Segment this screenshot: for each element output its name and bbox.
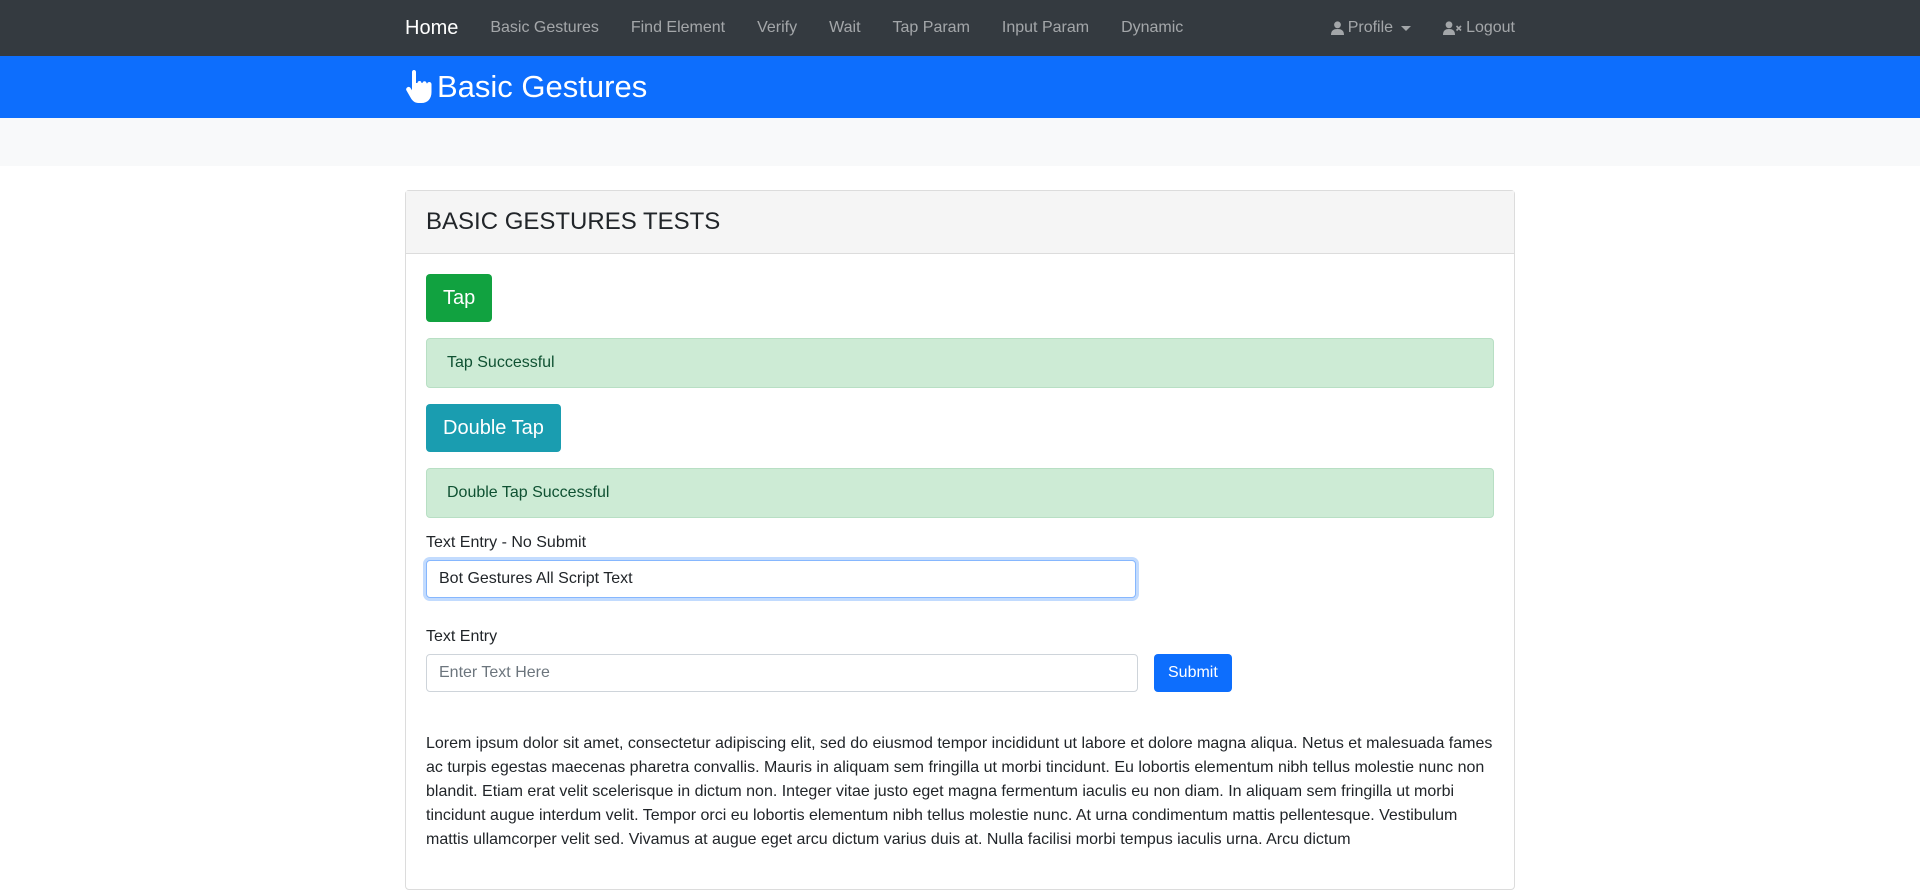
logout-label: Logout [1466,19,1515,36]
tap-success-alert: Tap Successful [426,338,1494,388]
text-entry-no-submit-label: Text Entry - No Submit [426,534,587,551]
navbar-right: Profile Logout [1299,19,1515,37]
nav-link-basic-gestures[interactable]: Basic Gestures [490,19,598,37]
page-header: Basic Gestures [0,56,1920,118]
text-entry-label: Text Entry [426,628,498,645]
nav-link-dynamic[interactable]: Dynamic [1121,19,1183,37]
profile-dropdown[interactable]: Profile [1330,19,1412,37]
nav-home-link[interactable]: Home [405,17,458,40]
tap-button[interactable]: Tap [426,274,493,322]
nav-link-wait[interactable]: Wait [829,19,860,37]
nav-link-verify[interactable]: Verify [757,19,797,37]
nav-link-input-param[interactable]: Input Param [1002,19,1089,37]
basic-gestures-card: BASIC GESTURES TESTS Tap Tap Successful … [405,190,1515,890]
logout-link[interactable]: Logout [1443,19,1515,37]
card-header: BASIC GESTURES TESTS [406,191,1514,254]
nav-link-tap-param[interactable]: Tap Param [893,19,970,37]
page-title: Basic Gestures [437,69,648,104]
navbar-container: Home Basic Gestures Find Element Verify … [405,0,1515,56]
chevron-down-icon [1401,25,1412,31]
profile-label: Profile [1347,19,1394,36]
submit-button[interactable]: Submit [1154,654,1232,692]
text-entry-input[interactable] [426,654,1138,692]
double-tap-button[interactable]: Double Tap [426,404,561,452]
header-container: Basic Gestures [405,56,647,118]
lorem-paragraph: Lorem ipsum dolor sit amet, consectetur … [426,735,1493,848]
user-icon [1330,21,1344,35]
card-body: Tap Tap Successful Double Tap Double Tap… [406,254,1514,852]
nav-link-find-element[interactable]: Find Element [631,19,725,37]
card-title: BASIC GESTURES TESTS [426,208,721,235]
text-entry-no-submit-input[interactable] [426,560,1136,598]
user-xmark-icon [1443,21,1462,35]
sub-header-bar [0,118,1920,166]
double-tap-success-alert: Double Tap Successful [426,468,1494,518]
text-entry-row: Submit [426,654,1494,692]
top-navbar: Home Basic Gestures Find Element Verify … [0,0,1920,56]
hand-pointer-icon [406,70,432,103]
